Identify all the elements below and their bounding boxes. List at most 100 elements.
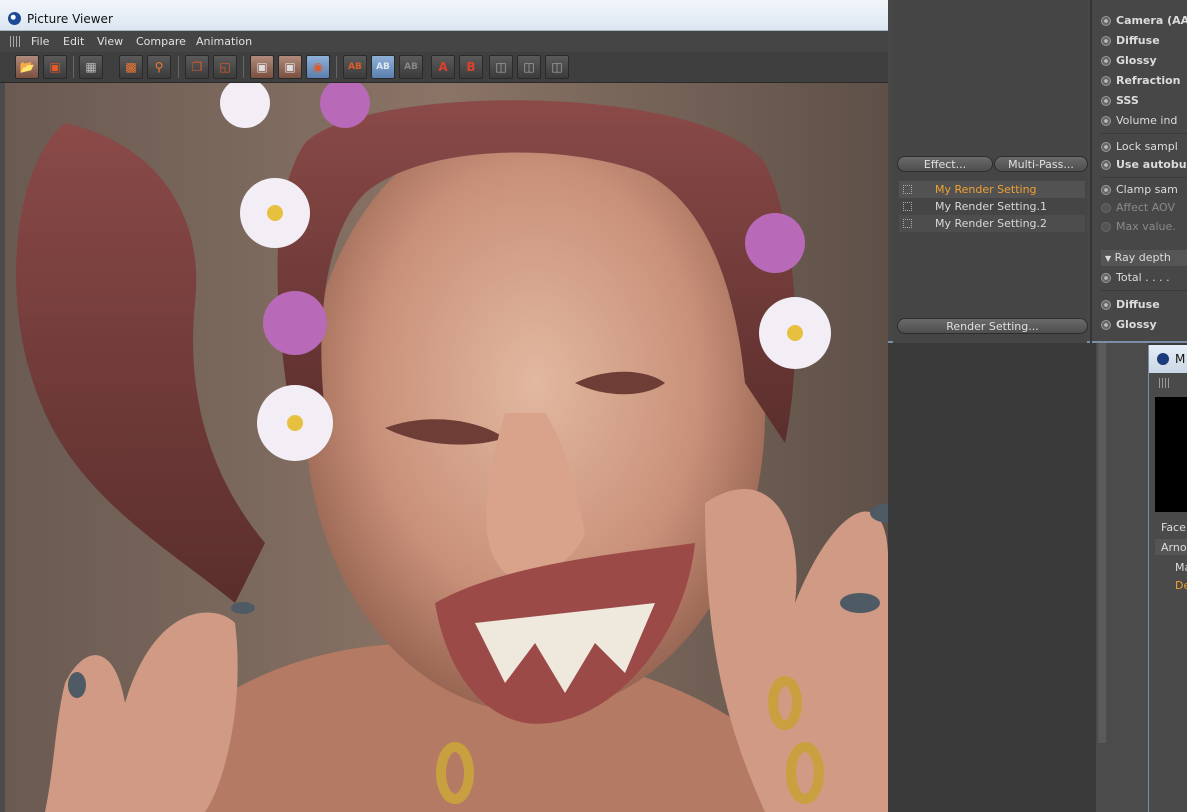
render-setting-label: My Render Setting <box>935 183 1037 196</box>
save-file-icon: ▣ <box>49 60 61 74</box>
sss-row[interactable]: SSS <box>1101 92 1139 110</box>
menu-animation[interactable]: Animation <box>196 35 252 48</box>
open-file-button[interactable]: 📂 <box>15 55 39 79</box>
radio-icon[interactable] <box>1101 16 1111 26</box>
separator <box>1101 177 1187 178</box>
radio-icon[interactable] <box>1101 273 1111 283</box>
filter-icon: ◉ <box>312 60 324 74</box>
layout-3-icon: ◫ <box>551 60 563 74</box>
picture-viewer-window: Picture Viewer File Edit View Compare An… <box>0 0 888 812</box>
render-canvas <box>5 83 888 812</box>
menu-grip-icon[interactable] <box>1159 378 1171 388</box>
ab-swap-icon: AB <box>404 62 418 72</box>
diffuse-row[interactable]: Diffuse <box>1101 32 1160 50</box>
volume-indirect-row[interactable]: Volume ind <box>1101 112 1177 130</box>
lock-sampling-row[interactable]: Lock sampl <box>1101 138 1178 156</box>
zoom-icon: ⚲ <box>154 60 164 74</box>
window-title: Picture Viewer <box>27 12 113 26</box>
radio-icon[interactable] <box>1101 160 1111 170</box>
render-setting-button[interactable]: Render Setting... <box>897 318 1088 334</box>
compare-button[interactable]: ◱ <box>213 55 237 79</box>
camera-aa-row[interactable]: Camera (AA <box>1101 12 1187 30</box>
scrollbar[interactable] <box>1098 343 1106 743</box>
panel-divider[interactable] <box>1090 0 1092 343</box>
rendered-image[interactable] <box>5 83 888 812</box>
display-button[interactable]: ▣ <box>250 55 274 79</box>
render-setting-checkbox[interactable] <box>903 219 912 228</box>
picture-viewer-title-bar[interactable]: Picture Viewer <box>0 0 888 31</box>
separator <box>1101 133 1187 134</box>
render-setting-label: My Render Setting.2 <box>935 217 1048 230</box>
face-label[interactable]: Face <box>1161 521 1186 534</box>
menu-file[interactable]: File <box>31 35 49 48</box>
cinema4d-logo-icon <box>1157 353 1169 365</box>
glossy-depth-row[interactable]: Glossy <box>1101 316 1157 334</box>
radio-icon[interactable] <box>1101 300 1111 310</box>
ab-button[interactable]: AB <box>343 55 367 79</box>
save-file-button[interactable]: ▣ <box>43 55 67 79</box>
ray-depth-group-header[interactable]: ▼ Ray depth <box>1101 250 1187 266</box>
radio-icon[interactable] <box>1101 56 1111 66</box>
set-a-button[interactable]: A <box>431 55 455 79</box>
multipass-button[interactable]: Multi-Pass... <box>994 156 1088 172</box>
filter-button[interactable]: ◉ <box>306 55 330 79</box>
use-autobump-row[interactable]: Use autobu <box>1101 156 1187 174</box>
display-alt-button[interactable]: ▣ <box>278 55 302 79</box>
layout-3-button[interactable]: ◫ <box>545 55 569 79</box>
set-a-icon: A <box>438 60 448 74</box>
ab-split-icon: AB <box>376 62 390 72</box>
diffuse-depth-row[interactable]: Diffuse <box>1101 296 1160 314</box>
material-manager-title-bar[interactable]: M <box>1149 345 1187 373</box>
radio-icon[interactable] <box>1101 320 1111 330</box>
menu-view[interactable]: View <box>97 35 123 48</box>
layout-2-button[interactable]: ◫ <box>517 55 541 79</box>
menu-bar <box>0 31 888 52</box>
material-preview[interactable] <box>1155 397 1187 512</box>
ab-split-button[interactable]: AB <box>371 55 395 79</box>
radio-icon[interactable] <box>1101 76 1111 86</box>
display-icon: ▣ <box>256 60 268 74</box>
cinema4d-logo-icon <box>8 12 21 25</box>
render-setting-item[interactable]: My Render Setting.2 <box>899 215 1085 232</box>
channels-button[interactable]: ▩ <box>119 55 143 79</box>
triangle-down-icon: ▼ <box>1105 254 1112 263</box>
zoom-button[interactable]: ⚲ <box>147 55 171 79</box>
effect-button[interactable]: Effect... <box>897 156 993 172</box>
render-setting-checkbox[interactable] <box>903 202 912 211</box>
radio-icon[interactable] <box>1101 116 1111 126</box>
radio-icon <box>1101 203 1111 213</box>
default-label[interactable]: De <box>1175 579 1187 592</box>
menu-edit[interactable]: Edit <box>63 35 84 48</box>
render-setting-item[interactable]: My Render Setting <box>899 181 1085 198</box>
menu-compare[interactable]: Compare <box>136 35 186 48</box>
radio-icon[interactable] <box>1101 96 1111 106</box>
radio-icon[interactable] <box>1101 185 1111 195</box>
ab-swap-button[interactable]: AB <box>399 55 423 79</box>
arnold-label[interactable]: Arno <box>1161 541 1187 554</box>
grid-button[interactable]: ▦ <box>79 55 103 79</box>
total-row[interactable]: Total . . . . <box>1101 269 1170 287</box>
display-alt-icon: ▣ <box>284 60 296 74</box>
glossy-row[interactable]: Glossy <box>1101 52 1157 70</box>
max-value-row: Max value. <box>1101 218 1176 236</box>
grid-icon: ▦ <box>85 60 97 74</box>
toolbar-separator <box>336 56 337 78</box>
separator <box>1101 290 1187 291</box>
radio-icon[interactable] <box>1101 36 1111 46</box>
menu-grip-icon[interactable] <box>10 36 22 47</box>
set-b-button[interactable]: B <box>459 55 483 79</box>
layout-2-icon: ◫ <box>523 60 535 74</box>
layout-1-button[interactable]: ◫ <box>489 55 513 79</box>
open-file-icon: 📂 <box>19 60 35 74</box>
clamp-sample-row[interactable]: Clamp sam <box>1101 181 1178 199</box>
layout-1-icon: ◫ <box>495 60 507 74</box>
refraction-row[interactable]: Refraction <box>1101 72 1181 90</box>
toolbar-separator <box>73 56 74 78</box>
material-label[interactable]: Ma <box>1175 561 1187 574</box>
render-setting-checkbox[interactable] <box>903 185 912 194</box>
set-b-icon: B <box>466 60 476 74</box>
radio-icon[interactable] <box>1101 142 1111 152</box>
channels-icon: ▩ <box>125 60 137 74</box>
render-setting-item[interactable]: My Render Setting.1 <box>899 198 1085 215</box>
copy-button[interactable]: ❐ <box>185 55 209 79</box>
